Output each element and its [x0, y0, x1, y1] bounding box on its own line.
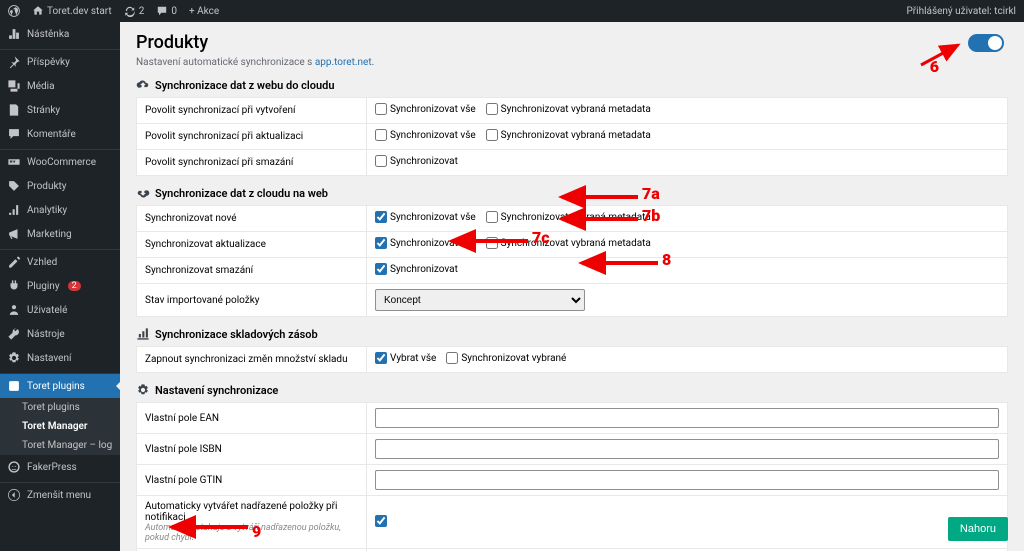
row-gtin-label: Vlastní pole GTIN [137, 465, 367, 496]
row-create-label: Povolit synchronizací při vytvoření [137, 98, 367, 124]
module-toggle[interactable] [968, 34, 1004, 52]
tools-icon [7, 327, 21, 341]
plugins-badge: 2 [68, 281, 81, 291]
site-name-link[interactable]: Toret.dev start [32, 5, 112, 17]
page-icon [7, 103, 21, 117]
wp-logo[interactable] [8, 5, 20, 17]
menu-collapse[interactable]: Zmenšit menu [0, 483, 120, 507]
menu-comments[interactable]: Komentáře [0, 122, 120, 146]
menu-plugins[interactable]: Pluginy2 [0, 274, 120, 298]
stock-icon [136, 327, 150, 341]
input-isbn[interactable] [375, 439, 999, 459]
chk-delete-sync[interactable]: Synchronizovat [375, 155, 458, 167]
row-autoparent: Automaticky vytvářet nadřazené položky p… [137, 496, 367, 549]
appearance-icon [7, 255, 21, 269]
row-status-label: Stav importované položky [137, 284, 367, 317]
row-delete-label: Povolit synchronizací při smazání [137, 150, 367, 176]
page-title: Produkty [136, 32, 1008, 53]
row-update-label: Povolit synchronizací při aktualizaci [137, 124, 367, 150]
menu-media[interactable]: Média [0, 74, 120, 98]
woo-icon [7, 155, 21, 169]
chk-del-sync[interactable]: Synchronizovat [375, 263, 458, 275]
row-ean-label: Vlastní pole EAN [137, 403, 367, 434]
input-ean[interactable] [375, 408, 999, 428]
comments-link[interactable]: 0 [156, 5, 177, 17]
row-del-label: Synchronizovat smazání [137, 258, 367, 284]
cloud-download-icon [136, 186, 150, 200]
chk-stock-sel[interactable]: Synchronizovat vybrané [446, 352, 566, 364]
section-stock: Synchronizace skladových zásob [136, 327, 1008, 341]
fakerpress-icon [7, 460, 21, 474]
dashboard-icon [7, 27, 21, 41]
section-cloud-to-web: Synchronizace dat z cloudu na web [136, 186, 1008, 200]
menu-pages[interactable]: Stránky [0, 98, 120, 122]
plugin-icon [7, 279, 21, 293]
menu-users[interactable]: Uživatelé [0, 298, 120, 322]
scroll-top-button[interactable]: Nahoru [948, 517, 1008, 541]
page-subtitle: Nastavení automatické synchronizace s ap… [136, 57, 1008, 68]
section-web-to-cloud: Synchronizace dat z webu do cloudu [136, 78, 1008, 92]
chk-stock-all[interactable]: Vybrat vše [375, 352, 436, 364]
row-upd-label: Synchronizovat aktualizace [137, 232, 367, 258]
media-icon [7, 79, 21, 93]
input-gtin[interactable] [375, 470, 999, 490]
menu-settings[interactable]: Nastavení [0, 346, 120, 370]
section-sync-settings: Nastavení synchronizace [136, 383, 1008, 397]
cloud-upload-icon [136, 78, 150, 92]
gear-icon [136, 383, 150, 397]
toret-icon [7, 379, 21, 393]
menu-tools[interactable]: Nástroje [0, 322, 120, 346]
new-link[interactable]: + Akce [189, 5, 219, 17]
admin-sidebar: Nástěnka Příspěvky Média Stránky Komentá… [0, 22, 120, 551]
comments-icon [7, 127, 21, 141]
chk-autoparent[interactable] [375, 515, 387, 527]
menu-toret-plugins[interactable]: Toret plugins [0, 374, 120, 398]
chk-update-all[interactable]: Synchronizovat vše [375, 129, 476, 141]
chk-new-all[interactable]: Synchronizovat vše [375, 211, 476, 223]
row-stock-label: Zapnout synchronizaci změn množství skla… [137, 347, 367, 373]
chk-upd-meta[interactable]: Synchronizovat vybraná metadata [486, 237, 651, 249]
menu-analytics[interactable]: Analytiky [0, 198, 120, 222]
updates-link[interactable]: 2 [124, 5, 145, 17]
admin-topbar: Toret.dev start 2 0 + Akce Přihlášený už… [0, 0, 1024, 22]
chk-create-meta[interactable]: Synchronizovat vybraná metadata [486, 103, 651, 115]
app-link[interactable]: app.toret.net [315, 57, 372, 68]
chk-update-meta[interactable]: Synchronizovat vybraná metadata [486, 129, 651, 141]
chk-upd-all[interactable]: Synchronizovat vše [375, 237, 476, 249]
menu-products[interactable]: Produkty [0, 174, 120, 198]
menu-appearance[interactable]: Vzhled [0, 250, 120, 274]
home-icon [32, 5, 44, 17]
pin-icon [7, 55, 21, 69]
chk-new-meta[interactable]: Synchronizovat vybraná metadata [486, 211, 651, 223]
menu-woocommerce[interactable]: WooCommerce [0, 150, 120, 174]
chk-create-all[interactable]: Synchronizovat vše [375, 103, 476, 115]
submenu-toret-plugins[interactable]: Toret plugins [0, 398, 120, 417]
refresh-icon [124, 5, 136, 17]
row-isbn-label: Vlastní pole ISBN [137, 434, 367, 465]
menu-dashboard[interactable]: Nástěnka [0, 22, 120, 46]
row-new-label: Synchronizovat nové [137, 206, 367, 232]
submenu-toret-manager[interactable]: Toret Manager [0, 417, 120, 436]
products-icon [7, 179, 21, 193]
menu-marketing[interactable]: Marketing [0, 222, 120, 246]
analytics-icon [7, 203, 21, 217]
select-import-status[interactable]: Koncept [375, 289, 585, 311]
collapse-icon [7, 488, 21, 502]
content-area: Produkty Nastavení automatické synchroni… [120, 22, 1024, 551]
user-account[interactable]: Přihlášený uživatel: tcirkl [906, 6, 1016, 17]
menu-fakerpress[interactable]: FakerPress [0, 455, 120, 479]
marketing-icon [7, 227, 21, 241]
users-icon [7, 303, 21, 317]
submenu-toret-log[interactable]: Toret Manager – log [0, 436, 120, 455]
settings-icon [7, 351, 21, 365]
menu-posts[interactable]: Příspěvky [0, 50, 120, 74]
comment-icon [156, 5, 168, 17]
